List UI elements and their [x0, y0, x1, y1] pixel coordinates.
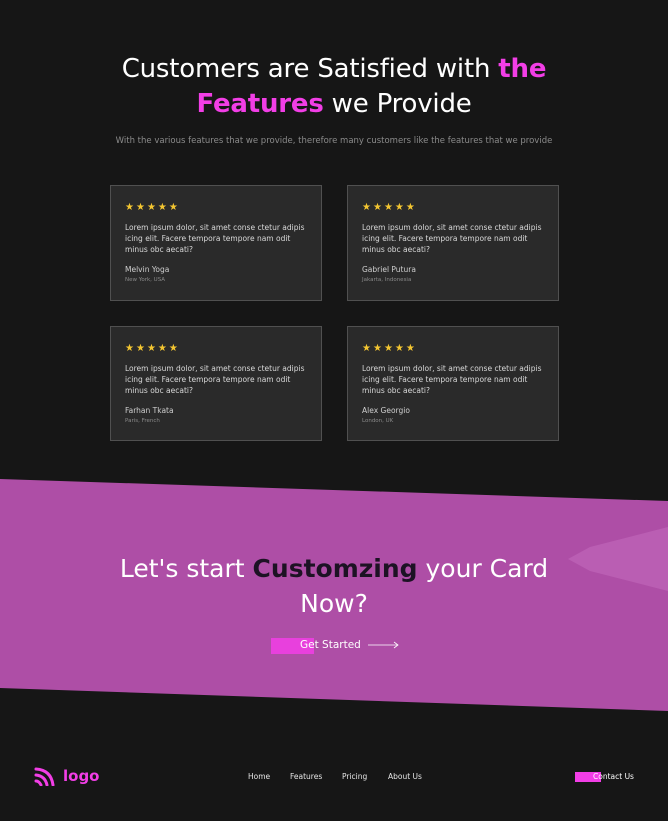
testimonials-subtitle: With the various features that we provid… — [115, 136, 553, 146]
star-icon: ★ — [362, 202, 371, 213]
nav-pricing[interactable]: Pricing — [342, 772, 367, 781]
star-icon: ★ — [157, 343, 167, 354]
star-icon: ★ — [394, 343, 404, 354]
testimonial-card: ★ ★ ★ ★ ★ Lorem ipsum dolor, sit amet conse … — [110, 185, 322, 301]
customer-location: Paris, French — [125, 418, 160, 424]
testimonial-quote: Lorem ipsum dolor, sit amet conse ctetur… — [362, 364, 542, 395]
get-started-label: Get Started — [300, 639, 361, 651]
customer-name: Farhan Tkata — [125, 406, 174, 415]
star-icon: ★ — [146, 343, 156, 354]
cta-text-2: your Card — [417, 554, 549, 583]
customer-location: New York, USA — [125, 277, 166, 283]
heading-highlight-2: Features — [196, 89, 324, 119]
logo-text: logo — [63, 767, 100, 785]
testimonial-quote: Lorem ipsum dolor, sit amet conse ctetur… — [125, 223, 305, 254]
nav-features[interactable]: Features — [290, 772, 322, 781]
testimonial-quote: Lorem ipsum dolor, sit amet conse ctetur… — [362, 223, 542, 254]
heading-text-1: Customers are Satisfied with — [121, 54, 499, 84]
star-icon: ★ — [405, 343, 415, 354]
contact-us-button[interactable]: Contact Us — [575, 770, 637, 784]
star-icon: ★ — [394, 202, 404, 213]
customer-name: Melvin Yoga — [125, 265, 170, 274]
testimonial-card: ★ ★ ★ ★ ★ Lorem ipsum dolor, sit amet conse … — [110, 326, 322, 441]
customer-name: Gabriel Putura — [362, 265, 416, 274]
star-icon: ★ — [125, 343, 134, 354]
star-icon: ★ — [383, 343, 393, 354]
cta-text-3: Now? — [300, 589, 368, 618]
rss-icon — [34, 767, 55, 786]
contact-us-label: Contact Us — [593, 772, 634, 781]
star-icon: ★ — [405, 202, 415, 213]
heading-text-2: we Provide — [323, 89, 472, 119]
rating-stars: ★ ★ ★ ★ ★ — [362, 343, 544, 355]
star-icon: ★ — [135, 202, 145, 213]
star-icon: ★ — [135, 343, 145, 354]
star-icon: ★ — [125, 202, 134, 213]
testimonial-card: ★ ★ ★ ★ ★ Lorem ipsum dolor, sit amet conse … — [347, 185, 559, 301]
customer-location: Jakarta, Indonesia — [362, 277, 412, 283]
cta-highlight: Customzing — [252, 554, 418, 583]
star-icon: ★ — [372, 343, 382, 354]
nav-home[interactable]: Home — [248, 772, 270, 781]
customer-location: London, UK — [362, 418, 394, 424]
testimonial-quote: Lorem ipsum dolor, sit amet conse ctetur… — [125, 364, 305, 395]
cta-text-1: Let's start — [119, 554, 253, 583]
customer-name: Alex Georgio — [362, 406, 410, 415]
star-icon: ★ — [168, 202, 178, 213]
star-icon: ★ — [383, 202, 393, 213]
logo[interactable]: logo — [34, 766, 100, 786]
testimonial-card: ★ ★ ★ ★ ★ Lorem ipsum dolor, sit amet conse … — [347, 326, 559, 441]
cta-heading: Let's start Customzing your Card Now? — [0, 551, 668, 621]
page: Customers are Satisfied with the Feature… — [0, 0, 668, 821]
star-icon: ★ — [362, 343, 371, 354]
get-started-button[interactable]: Get Started — [271, 636, 401, 656]
star-icon: ★ — [372, 202, 382, 213]
star-icon: ★ — [168, 343, 178, 354]
rating-stars: ★ ★ ★ ★ ★ — [125, 343, 307, 355]
nav-about-us[interactable]: About Us — [388, 772, 422, 781]
heading-highlight-1: the — [498, 54, 547, 84]
rating-stars: ★ ★ ★ ★ ★ — [362, 202, 544, 214]
arrow-right-icon — [368, 641, 399, 649]
rating-stars: ★ ★ ★ ★ ★ — [125, 202, 307, 214]
star-icon: ★ — [146, 202, 156, 213]
star-icon: ★ — [157, 202, 167, 213]
testimonials-heading: Customers are Satisfied with the Feature… — [0, 52, 668, 122]
